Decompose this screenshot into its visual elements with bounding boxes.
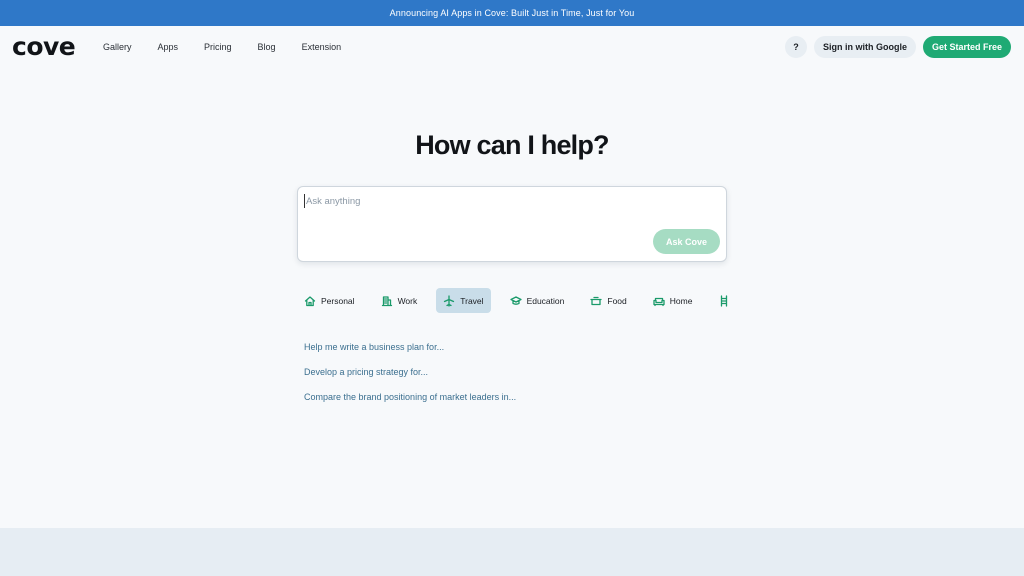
suggestion-item[interactable]: Compare the brand positioning of market …	[304, 391, 516, 416]
home-outline-icon	[304, 295, 316, 306]
category-travel[interactable]: Travel	[436, 288, 491, 313]
nav-link-apps[interactable]: Apps	[158, 42, 179, 52]
building-icon	[381, 295, 392, 306]
announcement-banner[interactable]: Announcing AI Apps in Cove: Built Just i…	[0, 0, 1024, 26]
page-headline: How can I help?	[415, 130, 609, 160]
ladder-icon	[721, 294, 728, 307]
category-education[interactable]: Education	[503, 288, 572, 313]
category-label: Food	[607, 295, 627, 306]
suggestion-item[interactable]: Help me write a business plan for...	[304, 341, 516, 366]
nav-link-extension[interactable]: Extension	[302, 42, 342, 52]
category-label: Work	[397, 295, 418, 306]
ask-cove-button[interactable]: Ask Cove	[653, 229, 720, 254]
cove-logo[interactable]: cove	[12, 34, 76, 60]
category-work[interactable]: Work	[374, 288, 425, 313]
category-label: Travel	[460, 295, 484, 306]
category-label: Personal	[321, 295, 355, 306]
category-food[interactable]: Food	[583, 288, 633, 313]
nav-link-blog[interactable]: Blog	[258, 42, 276, 52]
suggestion-item[interactable]: Develop a pricing strategy for...	[304, 366, 516, 391]
suggestion-list: Help me write a business plan for... Dev…	[304, 341, 516, 416]
graduation-cap-icon	[509, 295, 522, 305]
sofa-icon	[653, 297, 665, 306]
nav-link-pricing[interactable]: Pricing	[204, 42, 232, 52]
category-more[interactable]	[711, 288, 742, 313]
footer-band	[0, 528, 1024, 576]
category-label: Education	[526, 295, 565, 306]
category-label: Home	[669, 295, 693, 306]
nav-actions: ? Sign in with Google Get Started Free	[784, 36, 1011, 58]
ask-box: Ask Cove	[297, 186, 727, 262]
nav-link-gallery[interactable]: Gallery	[103, 42, 132, 52]
category-personal[interactable]: Personal	[297, 288, 362, 313]
sign-in-google-button[interactable]: Sign in with Google	[813, 36, 916, 58]
category-home[interactable]: Home	[646, 288, 700, 313]
pot-icon	[590, 296, 603, 305]
help-button[interactable]: ?	[784, 36, 807, 58]
nav-links: Gallery Apps Pricing Blog Extension	[103, 26, 367, 68]
airplane-icon	[444, 294, 455, 307]
ask-input[interactable]	[304, 194, 714, 208]
category-tabs: Personal Work Travel Education Food Home	[297, 288, 754, 313]
announcement-text[interactable]: Announcing AI Apps in Cove: Built Just i…	[390, 8, 635, 18]
get-started-button[interactable]: Get Started Free	[922, 36, 1011, 58]
top-navbar: cove Gallery Apps Pricing Blog Extension…	[0, 26, 1024, 68]
